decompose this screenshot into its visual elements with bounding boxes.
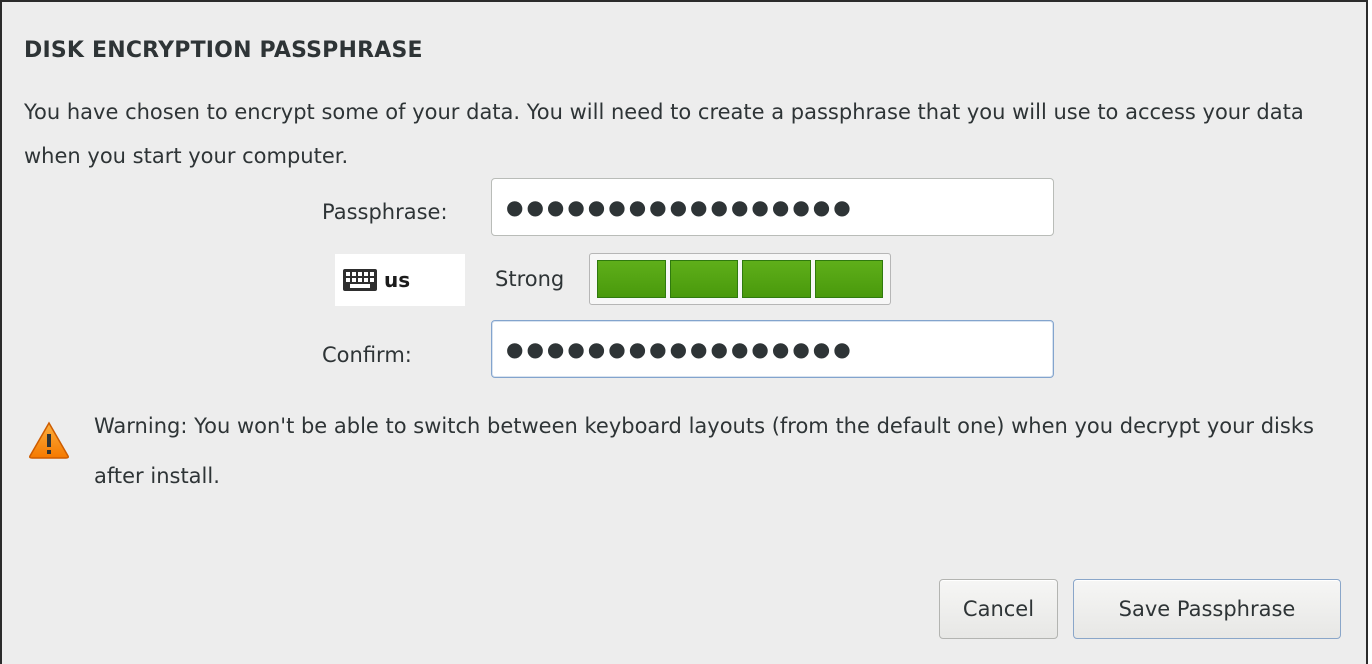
- save-passphrase-button[interactable]: Save Passphrase: [1073, 579, 1341, 639]
- disk-encryption-dialog: DISK ENCRYPTION PASSPHRASE You have chos…: [0, 0, 1368, 664]
- dialog-title: DISK ENCRYPTION PASSPHRASE: [24, 38, 423, 63]
- strength-label: Strong: [495, 267, 565, 291]
- dialog-description: You have chosen to encrypt some of your …: [24, 100, 1304, 168]
- keyboard-icon: [343, 269, 377, 291]
- strength-segment: [814, 260, 883, 298]
- strength-segment: [597, 260, 666, 298]
- strength-segment: [669, 260, 738, 298]
- keyboard-layout-indicator[interactable]: us: [335, 254, 465, 306]
- cancel-button[interactable]: Cancel: [939, 579, 1058, 639]
- keyboard-layout-label: us: [384, 268, 411, 292]
- warning-message: Warning: You won't be able to switch bet…: [94, 414, 1314, 488]
- passphrase-input[interactable]: [491, 178, 1054, 236]
- passphrase-label: Passphrase:: [322, 200, 448, 224]
- strength-meter: [589, 253, 891, 305]
- confirm-label: Confirm:: [322, 343, 412, 367]
- warning-triangle-icon: [29, 421, 69, 459]
- strength-segment: [742, 260, 811, 298]
- confirm-input[interactable]: [491, 320, 1054, 378]
